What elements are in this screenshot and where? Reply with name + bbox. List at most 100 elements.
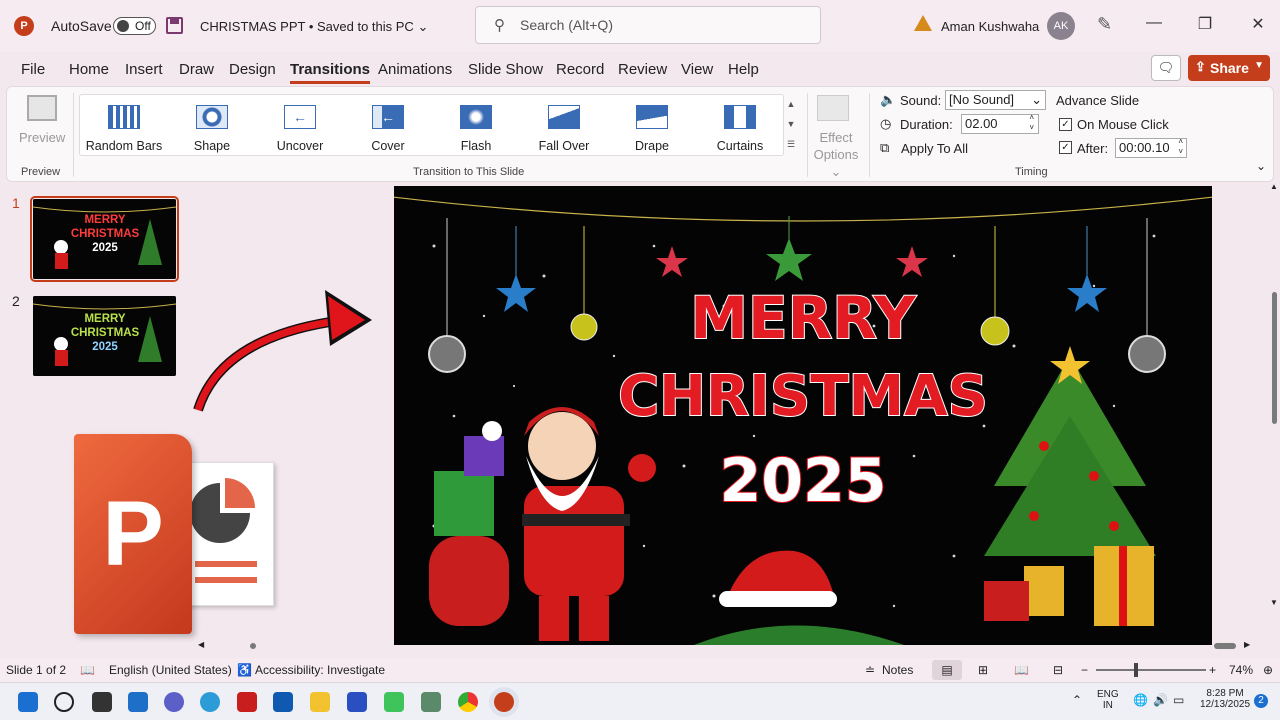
- tab-draw[interactable]: Draw: [179, 61, 214, 78]
- edge-icon[interactable]: [200, 692, 220, 712]
- transition-cover[interactable]: ← Cover: [344, 95, 432, 157]
- tab-review[interactable]: Review: [618, 61, 667, 78]
- tab-view[interactable]: View: [681, 61, 713, 78]
- network-icon[interactable]: 🌐: [1133, 693, 1148, 707]
- slide-title-line-3[interactable]: 2025: [394, 445, 1212, 517]
- restore-button[interactable]: ❐: [1190, 14, 1220, 34]
- tab-help[interactable]: Help: [728, 61, 759, 78]
- gallery-down-icon[interactable]: ▼: [784, 114, 798, 134]
- ribbon-tabs: File Home Insert Draw Design Transitions…: [0, 52, 1280, 86]
- tab-slide-show[interactable]: Slide Show: [468, 61, 543, 78]
- collapse-ribbon-icon[interactable]: ⌄: [1256, 159, 1266, 173]
- santa-claus: [429, 407, 656, 641]
- save-icon[interactable]: [166, 17, 183, 34]
- autosave-toggle[interactable]: Off: [113, 17, 156, 35]
- after-spinner[interactable]: 00:00.10 ˄ ˅: [1115, 137, 1187, 158]
- after-checkbox[interactable]: ✓: [1059, 141, 1072, 154]
- scroll-down-icon[interactable]: ▼: [1270, 598, 1278, 607]
- notification-badge[interactable]: 2: [1254, 694, 1268, 708]
- zoom-slider-thumb[interactable]: [1134, 663, 1138, 677]
- divider: [869, 93, 870, 177]
- on-mouse-click-checkbox[interactable]: ✓: [1059, 118, 1072, 131]
- slide-show-icon[interactable]: ⊟: [1053, 663, 1063, 677]
- task-view-icon[interactable]: [92, 692, 112, 712]
- transition-shape[interactable]: Shape: [168, 95, 256, 157]
- reading-view-icon[interactable]: 📖: [1014, 663, 1029, 677]
- slide-title-line-2[interactable]: CHRISTMAS: [394, 363, 1212, 430]
- gallery-up-icon[interactable]: ▲: [784, 94, 798, 114]
- tab-animations[interactable]: Animations: [378, 61, 452, 78]
- minimize-button[interactable]: —: [1139, 14, 1169, 32]
- zoom-level[interactable]: 74%: [1229, 663, 1253, 677]
- scroll-thumb[interactable]: [250, 643, 256, 649]
- notes-button[interactable]: Notes: [882, 663, 913, 677]
- slide-thumbnail-2[interactable]: MERRY CHRISTMAS 2025: [33, 296, 176, 376]
- play-store-icon[interactable]: [384, 692, 404, 712]
- vertical-scrollbar[interactable]: ▲ ▼: [1268, 182, 1280, 636]
- scroll-thumb[interactable]: [1272, 292, 1277, 424]
- transition-random-bars[interactable]: Random Bars: [80, 95, 168, 157]
- transition-drape[interactable]: Drape: [608, 95, 696, 157]
- share-button[interactable]: ⇪ Share ▼: [1188, 55, 1270, 81]
- transition-uncover[interactable]: ← Uncover: [256, 95, 344, 157]
- gallery-more-icon[interactable]: ☰: [784, 134, 798, 154]
- scroll-right-icon[interactable]: ▶: [1244, 640, 1250, 649]
- file-explorer-icon[interactable]: [310, 692, 330, 712]
- windows-start-icon[interactable]: [18, 692, 38, 712]
- transition-curtains[interactable]: Curtains: [696, 95, 784, 157]
- store-icon[interactable]: [273, 692, 293, 712]
- zoom-slider[interactable]: [1096, 663, 1206, 677]
- powerpoint-taskbar-icon[interactable]: [494, 692, 514, 712]
- slide-thumbnail-1[interactable]: MERRY CHRISTMAS 2025: [30, 196, 179, 282]
- scroll-thumb-right[interactable]: [1214, 643, 1236, 649]
- horizontal-scrollbar[interactable]: ◀ ▶: [198, 640, 1268, 652]
- math-app-icon[interactable]: [347, 692, 367, 712]
- tab-design[interactable]: Design: [229, 61, 276, 78]
- document-title[interactable]: CHRISTMAS PPT • Saved to this PC ⌄: [200, 19, 428, 35]
- volume-icon[interactable]: 🔊: [1153, 693, 1168, 707]
- zoom-out-icon[interactable]: −: [1081, 663, 1088, 677]
- transition-fall-over[interactable]: Fall Over: [520, 95, 608, 157]
- slide-sorter-icon[interactable]: ⊞: [978, 663, 988, 677]
- designer-pen-icon[interactable]: ✎: [1097, 14, 1112, 35]
- duration-spinner[interactable]: 02.00 ˄ ˅: [961, 113, 1039, 134]
- apply-to-all-button[interactable]: Apply To All: [901, 141, 968, 156]
- warning-icon[interactable]: [914, 15, 932, 31]
- battery-icon[interactable]: ▭: [1173, 693, 1184, 707]
- transition-flash[interactable]: Flash: [432, 95, 520, 157]
- language-label[interactable]: English (United States): [109, 663, 232, 677]
- avatar[interactable]: AK: [1047, 12, 1075, 40]
- zoom-in-icon[interactable]: +: [1209, 663, 1216, 677]
- tab-record[interactable]: Record: [556, 61, 604, 78]
- close-button[interactable]: ✕: [1243, 14, 1273, 34]
- duration-label: Duration:: [900, 117, 953, 132]
- search-input[interactable]: ⚲ Search (Alt+Q): [475, 6, 821, 44]
- tab-file[interactable]: File: [21, 61, 45, 78]
- scroll-left-icon[interactable]: ◀: [198, 640, 204, 649]
- tab-home[interactable]: Home: [69, 61, 109, 78]
- normal-view-icon[interactable]: ▤: [932, 660, 962, 680]
- language-indicator[interactable]: ENG IN: [1097, 689, 1119, 711]
- sound-select[interactable]: [No Sound] ⌄: [945, 90, 1046, 110]
- user-name[interactable]: Aman Kushwaha: [941, 19, 1039, 34]
- spelling-icon[interactable]: 📖: [80, 663, 95, 677]
- tab-transitions[interactable]: Transitions: [290, 61, 371, 84]
- teams-icon[interactable]: [164, 692, 184, 712]
- mcafee-icon[interactable]: [237, 692, 257, 712]
- tab-insert[interactable]: Insert: [125, 61, 163, 78]
- chevron-down-icon: ▼: [1254, 60, 1264, 71]
- app-icon[interactable]: [421, 692, 441, 712]
- widgets-icon[interactable]: [128, 692, 148, 712]
- comments-button[interactable]: 🗨: [1151, 55, 1181, 81]
- chrome-icon[interactable]: [458, 692, 478, 712]
- clock[interactable]: 8:28 PM 12/13/2025: [1200, 688, 1250, 710]
- slide-title-line-1[interactable]: MERRY: [394, 283, 1212, 353]
- search-icon[interactable]: [54, 692, 74, 712]
- tray-overflow-icon[interactable]: ⌃: [1072, 693, 1082, 707]
- accessibility-status[interactable]: Accessibility: Investigate: [255, 663, 385, 677]
- main-slide-canvas[interactable]: MERRY CHRISTMAS 2025: [394, 186, 1212, 645]
- scroll-up-icon[interactable]: ▲: [1270, 182, 1278, 191]
- fit-to-window-icon[interactable]: ⊕: [1263, 663, 1273, 677]
- preview-label: Preview: [19, 130, 66, 145]
- slide-counter: Slide 1 of 2: [6, 663, 67, 677]
